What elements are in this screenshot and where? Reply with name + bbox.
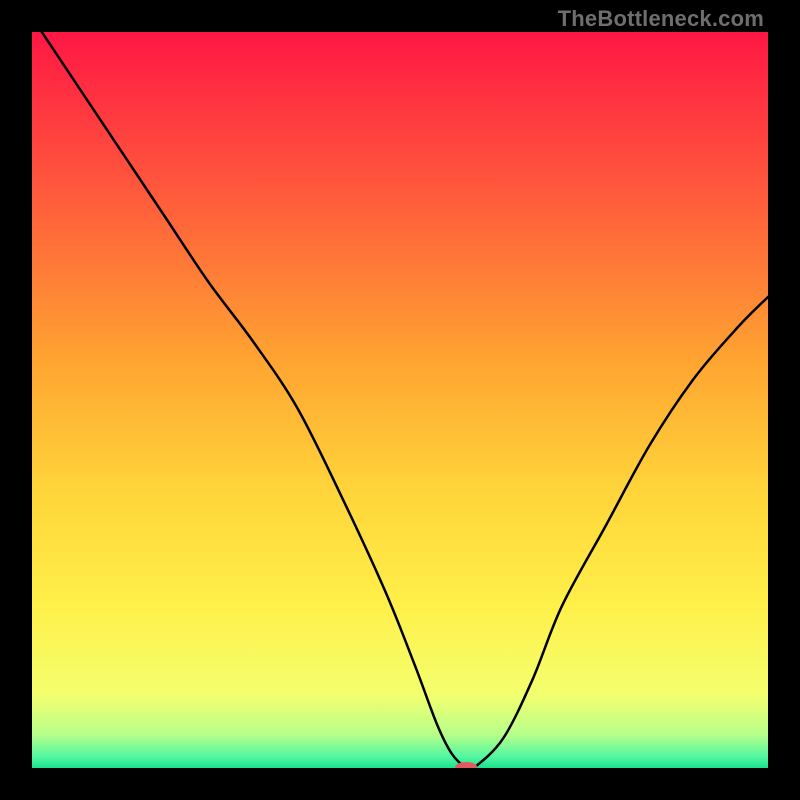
- gradient-background: [32, 32, 768, 768]
- plot-area: [32, 32, 768, 768]
- chart-frame: TheBottleneck.com: [0, 0, 800, 800]
- bottleneck-curve-chart: [32, 32, 768, 768]
- watermark-text: TheBottleneck.com: [558, 6, 764, 32]
